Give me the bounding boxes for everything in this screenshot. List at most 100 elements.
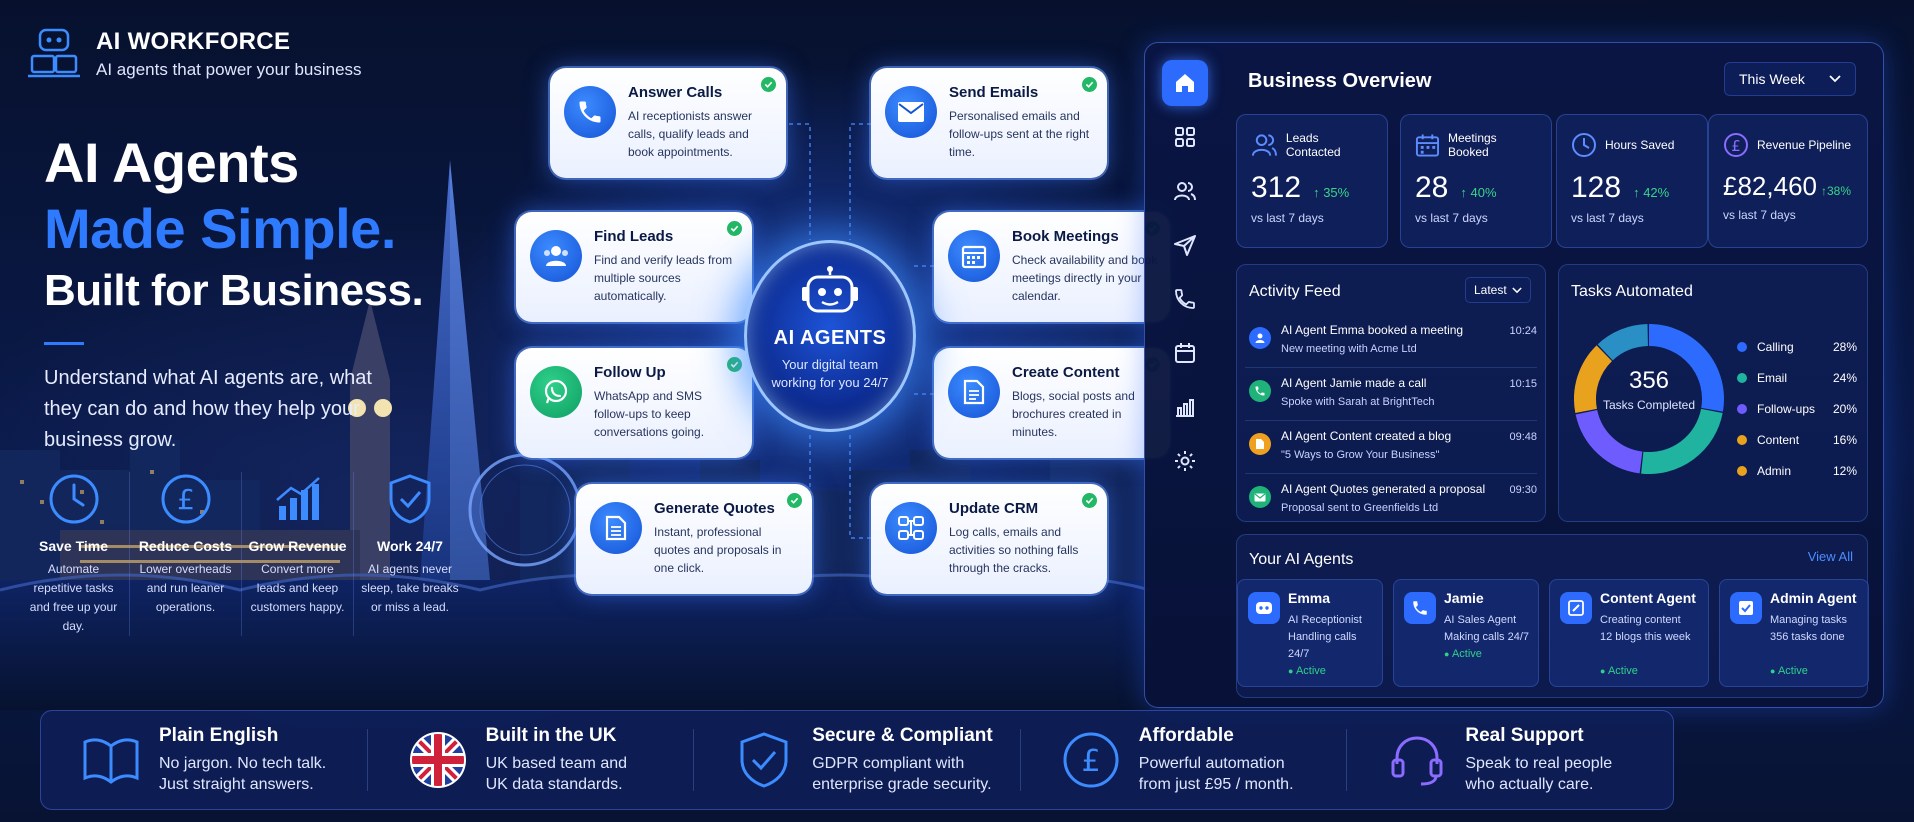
stat-label: Leads Contacted — [1285, 131, 1341, 159]
stat-card-leads[interactable]: Leads Contacted 312 ↑ 35% vs last 7 days — [1236, 114, 1388, 248]
shield-check-icon — [740, 732, 788, 788]
agent-card-desc: AI receptionists answer calls, qualify l… — [628, 109, 753, 159]
agent-role: Creating content — [1600, 614, 1681, 626]
agent-card-book-meetings[interactable]: Book Meetings Check availability and boo… — [934, 212, 1170, 322]
period-select[interactable]: This Week — [1724, 62, 1856, 96]
activity-title: Activity Feed — [1249, 283, 1341, 300]
nav-contacts[interactable] — [1162, 168, 1208, 214]
view-all-link[interactable]: View All — [1808, 549, 1853, 564]
chevron-down-icon — [1829, 75, 1841, 83]
agent-task: Handling calls 24/7 — [1288, 631, 1357, 660]
agent-card-desc: Log calls, emails and activities so noth… — [949, 525, 1079, 575]
stat-card-meetings[interactable]: Meetings Booked 28 ↑ 40% vs last 7 days — [1400, 114, 1552, 248]
agent-role: Managing tasks — [1770, 614, 1848, 626]
check-icon — [727, 221, 742, 236]
agent-tile-content[interactable]: Content Agent Creating content 12 blogs … — [1549, 579, 1709, 687]
agent-card-send-emails[interactable]: Send Emails Personalised emails and foll… — [871, 68, 1107, 178]
activity-item[interactable]: AI Agent Emma booked a meeting New meetin… — [1245, 315, 1537, 368]
pound-coin-icon: £ — [1724, 133, 1748, 157]
feature-desc-2: from just £95 / month. — [1138, 776, 1294, 793]
agent-card-desc: WhatsApp and SMS follow-ups to keep conv… — [594, 389, 705, 439]
feature-desc-1: Powerful automation — [1138, 755, 1285, 772]
headset-icon — [1391, 736, 1443, 786]
feature-title: Affordable — [1138, 725, 1234, 746]
stat-value: £82,460 — [1723, 171, 1817, 201]
feature-desc-2: UK data standards. — [485, 776, 623, 793]
tasks-title: Tasks Automated — [1571, 283, 1693, 300]
nav-settings[interactable] — [1162, 438, 1208, 484]
nav-send[interactable] — [1162, 222, 1208, 268]
stat-card-revenue[interactable]: £ Revenue Pipeline £82,460 ↑38% vs last 7 … — [1708, 114, 1868, 248]
feature-desc-1: GDPR compliant with — [812, 755, 965, 772]
svg-text:£: £ — [1731, 137, 1741, 155]
legend-name: Content — [1757, 432, 1800, 447]
uk-flag-icon — [409, 732, 466, 788]
agent-name: Emma — [1288, 590, 1331, 606]
nav-apps[interactable] — [1162, 114, 1208, 160]
agent-card-generate-quotes[interactable]: Generate Quotes Instant, professional qu… — [576, 484, 812, 594]
document-icon — [1249, 433, 1271, 455]
feature-title: Secure & Compliant — [812, 725, 993, 746]
user-avatar-icon — [1249, 327, 1271, 349]
agent-tile-admin[interactable]: Admin Agent Managing tasks 356 tasks don… — [1719, 579, 1869, 687]
hub-title: AI AGENTS — [773, 327, 887, 349]
feature-desc-2: enterprise grade security. — [812, 776, 992, 793]
agent-card-answer-calls[interactable]: Answer Calls AI receptionists answer cal… — [550, 68, 786, 178]
stat-footer: vs last 7 days — [1251, 211, 1324, 225]
agent-card-desc: Check availability and book meetings dir… — [1012, 253, 1158, 303]
agent-card-find-leads[interactable]: Find Leads Find and verify leads from mu… — [516, 212, 752, 322]
agent-name: Admin Agent — [1770, 590, 1857, 606]
activity-item[interactable]: AI Agent Quotes generated a proposal Prop… — [1245, 474, 1537, 527]
check-icon — [1082, 493, 1097, 508]
agent-task: 12 blogs this week — [1600, 631, 1691, 643]
stat-value: 312 — [1251, 171, 1302, 204]
activity-time: 10:15 — [1509, 378, 1537, 390]
activity-filter-select[interactable]: Latest — [1465, 277, 1531, 303]
stat-change: 42% — [1643, 185, 1670, 200]
agent-tile-emma[interactable]: Emma AI Receptionist Handling calls 24/7… — [1237, 579, 1383, 687]
activity-item[interactable]: AI Agent Content created a blog "5 Ways t… — [1245, 421, 1537, 474]
agent-tile-jamie[interactable]: Jamie AI Sales Agent Making calls 24/7 A… — [1393, 579, 1539, 687]
activity-text: AI Agent Quotes generated a proposal — [1281, 482, 1486, 496]
check-icon — [787, 493, 802, 508]
your-ai-agents-panel: Your AI Agents View All Emma AI Receptio… — [1236, 534, 1869, 698]
feature-affordable: £ Affordable Powerful automation from just… — [1021, 725, 1348, 793]
agent-card-title: Answer Calls — [628, 84, 723, 101]
agent-card-update-crm[interactable]: Update CRM Log calls, emails and activit… — [871, 484, 1107, 594]
phone-icon — [1404, 592, 1436, 624]
feature-desc-2: who actually care. — [1465, 776, 1594, 793]
bar-chart-icon — [1176, 399, 1194, 417]
stat-card-hours[interactable]: Hours Saved 128 ↑ 42% vs last 7 days — [1556, 114, 1708, 248]
nav-calls[interactable] — [1162, 276, 1208, 322]
chevron-down-icon — [1512, 286, 1522, 293]
agent-card-title: Send Emails — [949, 84, 1039, 101]
nav-calendar[interactable] — [1162, 330, 1208, 376]
activity-sub: Spoke with Sarah at BrightTech — [1281, 396, 1435, 408]
feature-title: Real Support — [1465, 725, 1584, 746]
activity-text: AI Agent Content created a blog — [1281, 429, 1452, 443]
agent-card-create-content[interactable]: Create Content Blogs, social posts and b… — [934, 348, 1170, 458]
agent-card-title: Book Meetings — [1012, 228, 1119, 245]
agents-title: Your AI Agents — [1249, 551, 1354, 568]
feature-built-in-uk: Built in the UK UK based team and UK data … — [368, 725, 695, 793]
feature-title: Plain English — [159, 725, 279, 746]
legend-name: Calling — [1757, 339, 1794, 354]
activity-item[interactable]: AI Agent Jamie made a call Spoke with Sar… — [1245, 368, 1537, 421]
agent-card-follow-up[interactable]: Follow Up WhatsApp and SMS follow-ups to… — [516, 348, 752, 458]
legend-item: Email 24% — [1737, 362, 1857, 393]
stat-footer: vs last 7 days — [1415, 211, 1488, 225]
activity-sub: "5 Ways to Grow Your Business" — [1281, 449, 1440, 461]
home-icon — [1176, 74, 1194, 92]
calendar-icon — [1175, 343, 1195, 363]
agent-card-title: Create Content — [1012, 364, 1120, 381]
tasks-total: 356 — [1628, 367, 1670, 394]
legend-item: Calling 28% — [1737, 331, 1857, 362]
legend-item: Follow-ups 20% — [1737, 393, 1857, 424]
agent-card-title: Update CRM — [949, 500, 1039, 517]
nav-home[interactable] — [1162, 60, 1208, 106]
agent-card-desc: Find and verify leads from multiple sour… — [594, 253, 733, 303]
legend-name: Follow-ups — [1757, 401, 1816, 416]
send-icon — [1174, 235, 1196, 256]
nav-analytics[interactable] — [1162, 384, 1208, 430]
activity-time: 10:24 — [1509, 325, 1537, 337]
